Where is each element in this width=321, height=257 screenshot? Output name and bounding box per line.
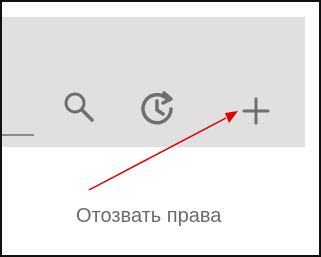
revoke-rights-menu-item[interactable]: Отозвать права <box>76 204 221 228</box>
right-edge <box>305 2 319 255</box>
tab-underline <box>2 134 34 136</box>
screenshot-frame: Отозвать права <box>0 0 321 257</box>
refresh-icon[interactable] <box>137 89 179 131</box>
search-icon[interactable] <box>61 90 97 126</box>
plus-icon[interactable] <box>238 93 274 129</box>
toolbar <box>2 17 305 147</box>
